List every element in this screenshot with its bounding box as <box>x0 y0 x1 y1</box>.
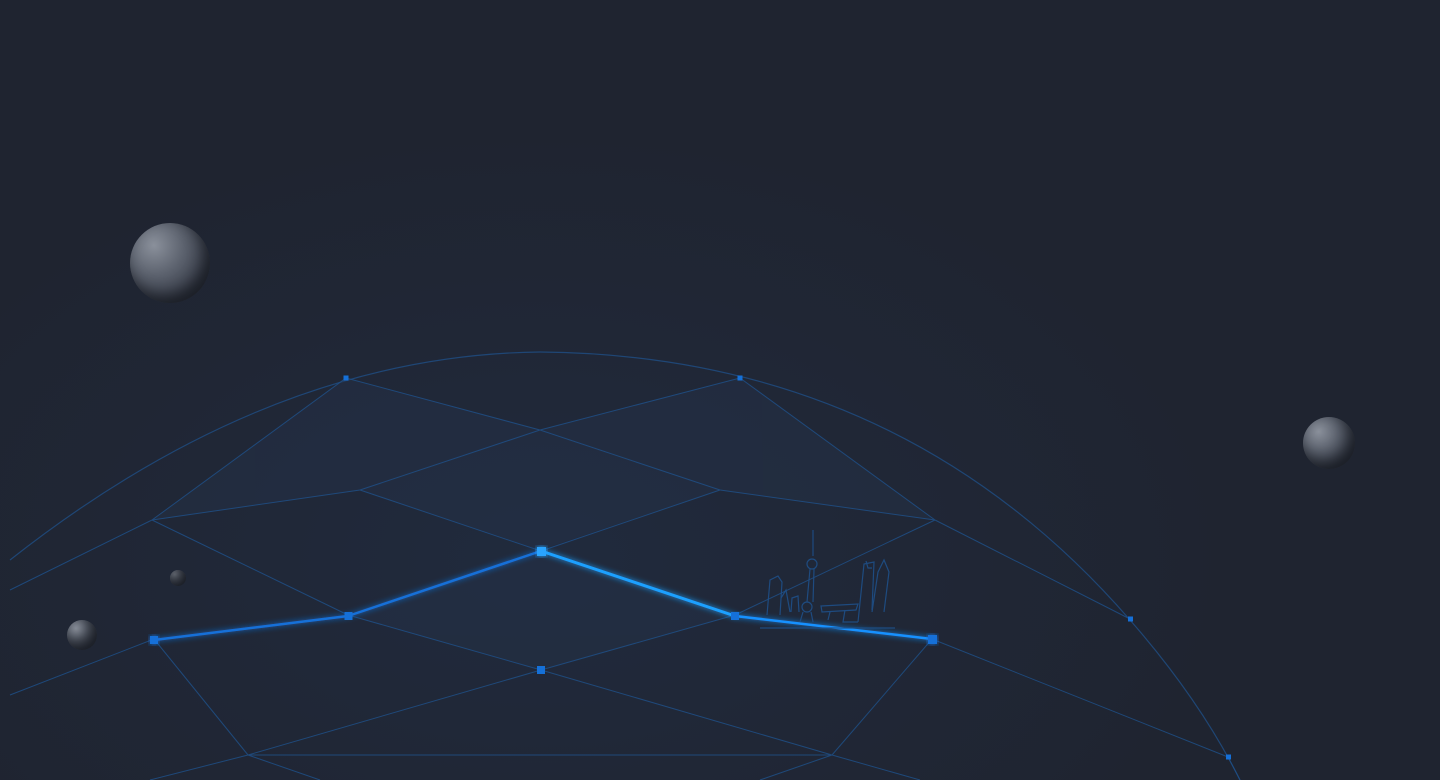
node <box>928 635 937 644</box>
node <box>344 612 353 620</box>
node <box>1128 616 1133 622</box>
node <box>537 666 545 674</box>
login-background <box>0 0 1440 780</box>
city-skyline-icon <box>760 530 895 629</box>
node <box>343 375 349 381</box>
node <box>537 547 546 556</box>
network-globe <box>9 351 1241 780</box>
node <box>737 375 743 381</box>
node <box>1226 754 1231 760</box>
node <box>731 612 739 620</box>
node <box>150 636 158 644</box>
